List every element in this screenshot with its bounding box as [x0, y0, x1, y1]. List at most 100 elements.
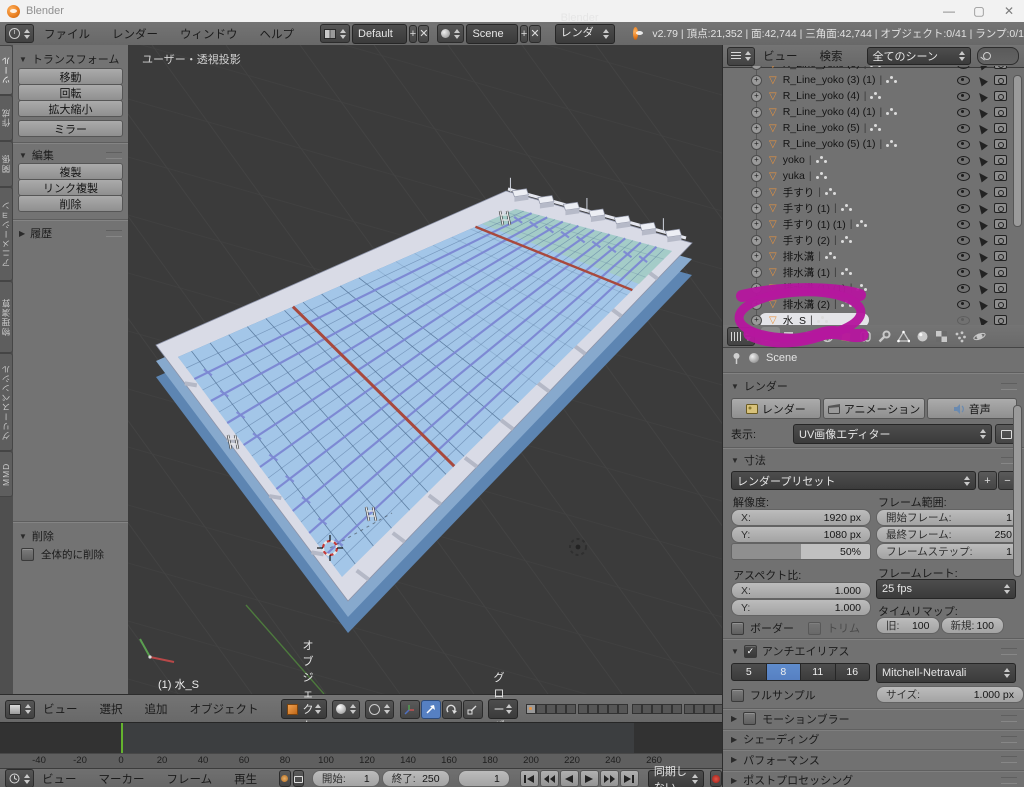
properties-tab-render-layers[interactable]: [780, 327, 799, 345]
delete-scene-button[interactable]: ✕: [529, 25, 540, 43]
visibility-eye-icon[interactable]: [957, 284, 970, 293]
layer-12[interactable]: [642, 704, 652, 714]
layer-17[interactable]: [694, 704, 704, 714]
previous-keyframe-button[interactable]: [540, 770, 559, 787]
expand-icon[interactable]: +: [751, 139, 762, 150]
layer-5[interactable]: [566, 704, 576, 714]
toolshelf-tab-4[interactable]: アニメーション: [0, 187, 13, 281]
menu-3[interactable]: ヘルプ: [260, 26, 295, 42]
properties-tab-scene[interactable]: [799, 327, 818, 345]
editor-type-button[interactable]: [5, 769, 34, 787]
delete-layout-button[interactable]: ✕: [418, 25, 429, 43]
selectability-cursor-icon[interactable]: [976, 90, 988, 102]
visibility-eye-icon[interactable]: [957, 92, 970, 101]
transform-1-button[interactable]: 移動: [18, 68, 123, 85]
panel-1-collapsed[interactable]: ▶モーションブラー: [723, 709, 1024, 730]
expand-icon[interactable]: +: [751, 187, 762, 198]
visibility-eye-icon[interactable]: [957, 316, 970, 325]
fps-selector[interactable]: 25 fps: [876, 579, 1016, 599]
outliner-row[interactable]: +▽排水溝|: [723, 248, 1024, 264]
viewport-menu-0[interactable]: ビュー: [43, 701, 78, 717]
panel-3-collapsed[interactable]: ▶パフォーマンス: [723, 750, 1024, 771]
outliner-row[interactable]: +▽排水溝 (2)|: [723, 296, 1024, 312]
layer-13[interactable]: [652, 704, 662, 714]
pivot-point-selector[interactable]: [365, 700, 394, 719]
aspect-y-field[interactable]: Y:1.000: [731, 599, 871, 616]
layer-7[interactable]: [588, 704, 598, 714]
object-name[interactable]: yuka: [783, 170, 805, 182]
timeline-menu-3[interactable]: 再生: [234, 771, 257, 787]
object-name[interactable]: 排水溝 (1) (1): [783, 281, 846, 296]
outliner-row[interactable]: +▽排水溝 (1) (1)|: [723, 280, 1024, 296]
expand-icon[interactable]: +: [751, 203, 762, 214]
object-name[interactable]: 手すり (1): [783, 201, 830, 216]
selectability-cursor-icon[interactable]: [976, 314, 988, 325]
selectability-cursor-icon[interactable]: [976, 186, 988, 198]
expand-icon[interactable]: +: [751, 315, 762, 326]
panel-edit-title[interactable]: ▼編集: [19, 147, 122, 163]
visibility-eye-icon[interactable]: [957, 108, 970, 117]
renderability-camera-icon[interactable]: [994, 251, 1007, 261]
viewport-menu-3[interactable]: オブジェクト: [190, 701, 259, 717]
outliner-row[interactable]: +▽R_Line_yoko (4)|: [723, 88, 1024, 104]
selectability-cursor-icon[interactable]: [976, 106, 988, 118]
object-name[interactable]: 排水溝: [783, 249, 815, 264]
expand-icon[interactable]: +: [751, 107, 762, 118]
timeline-playhead[interactable]: [121, 723, 123, 754]
expand-icon[interactable]: +: [751, 283, 762, 294]
full-sample-checkbox[interactable]: [731, 689, 744, 702]
expand-icon[interactable]: +: [751, 299, 762, 310]
crop-checkbox[interactable]: [808, 622, 821, 635]
toolshelf-tab-2[interactable]: 作成: [0, 95, 13, 141]
outliner-row[interactable]: +▽R_Line_yoko (5) (1)|: [723, 136, 1024, 152]
scene-icon-button[interactable]: [437, 24, 464, 43]
visibility-eye-icon[interactable]: [957, 66, 970, 69]
visibility-eye-icon[interactable]: [957, 236, 970, 245]
end-frame-field[interactable]: 最終フレーム:250: [876, 526, 1022, 543]
expand-icon[interactable]: +: [751, 171, 762, 182]
panel-render-title[interactable]: ▼レンダー: [731, 378, 1017, 394]
expand-icon[interactable]: +: [751, 219, 762, 230]
operator-panel-title[interactable]: ▼削除: [19, 528, 54, 544]
object-name[interactable]: 手すり (1) (1): [783, 217, 846, 232]
selectability-cursor-icon[interactable]: [976, 250, 988, 262]
layers-grid-2[interactable]: [632, 704, 734, 714]
object-name[interactable]: 手すり (2): [783, 233, 830, 248]
sync-mode-selector[interactable]: 同期しない: [648, 770, 704, 787]
viewport-menu-2[interactable]: 追加: [145, 701, 168, 717]
object-name[interactable]: R_Line_yoko (4) (1): [783, 106, 876, 118]
panel-grip[interactable]: [1001, 648, 1017, 655]
layer-4[interactable]: [556, 704, 566, 714]
editor-type-button[interactable]: [727, 47, 755, 66]
renderability-camera-icon[interactable]: [994, 171, 1007, 181]
selectability-cursor-icon[interactable]: [976, 282, 988, 294]
auto-keyframe-button[interactable]: [279, 770, 290, 787]
outliner-filter-selector[interactable]: 全てのシーン: [867, 47, 971, 65]
start-frame-field[interactable]: 開始フレーム:1: [876, 509, 1022, 526]
layer-9[interactable]: [608, 704, 618, 714]
minimize-button[interactable]: —: [934, 4, 964, 18]
close-button[interactable]: ✕: [994, 4, 1024, 18]
layer-15[interactable]: [672, 704, 682, 714]
render-engine-selector[interactable]: Blenderレンダー: [555, 24, 615, 44]
properties-tab-particles[interactable]: [951, 327, 970, 345]
current-frame-field[interactable]: 1: [458, 770, 510, 787]
maximize-button[interactable]: ▢: [964, 4, 994, 18]
add-preset-button[interactable]: +: [978, 471, 997, 490]
timeline-menu-2[interactable]: フレーム: [167, 771, 213, 787]
selectability-cursor-icon[interactable]: [976, 66, 988, 70]
panel-history-title[interactable]: ▶履歴: [19, 225, 122, 241]
renderability-camera-icon[interactable]: [994, 283, 1007, 293]
resolution-y-field[interactable]: Y:1080 px: [731, 526, 871, 543]
outliner-menu-1[interactable]: 検索: [820, 48, 843, 64]
menu-2[interactable]: ウィンドウ: [180, 26, 238, 42]
play-reverse-button[interactable]: [560, 770, 579, 787]
expand-icon[interactable]: +: [751, 91, 762, 102]
properties-tab-texture[interactable]: [932, 327, 951, 345]
visibility-eye-icon[interactable]: [957, 188, 970, 197]
properties-tab-physics[interactable]: [970, 327, 989, 345]
object-name[interactable]: 水_S: [783, 313, 806, 326]
toolshelf-tab-1[interactable]: ツール: [0, 45, 13, 95]
visibility-eye-icon[interactable]: [957, 252, 970, 261]
renderability-camera-icon[interactable]: [994, 91, 1007, 101]
